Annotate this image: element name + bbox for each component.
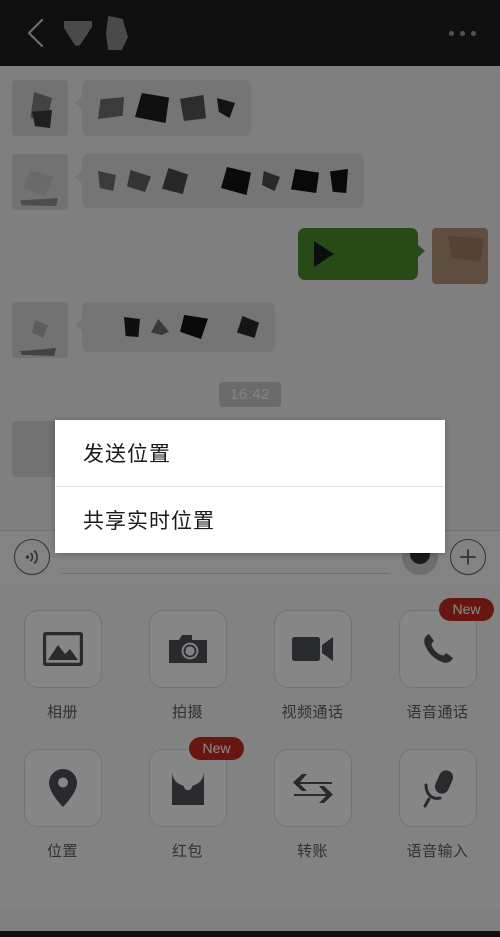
action-sheet-option-send-location[interactable]: 发送位置 xyxy=(55,420,445,486)
location-action-sheet: 发送位置 共享实时位置 xyxy=(55,420,445,553)
app-screen: 16:42 相册 拍摄 视频通话 New 语音通话 位置 New 红包 转账 语… xyxy=(0,0,500,937)
action-sheet-option-share-live-location[interactable]: 共享实时位置 xyxy=(55,487,445,553)
